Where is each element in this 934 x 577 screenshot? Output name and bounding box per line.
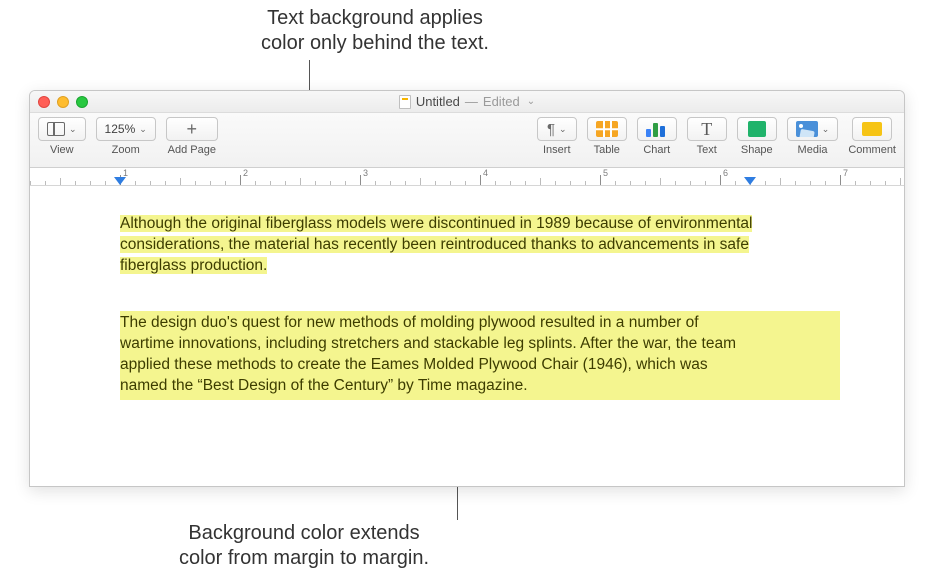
sidebar-icon bbox=[47, 122, 65, 136]
shape-icon bbox=[748, 121, 766, 137]
text-button[interactable]: T bbox=[687, 117, 727, 141]
text-label: Text bbox=[697, 144, 717, 156]
chart-button[interactable] bbox=[637, 117, 677, 141]
pilcrow-icon: ¶ bbox=[547, 121, 555, 138]
media-button[interactable]: ⌄ bbox=[787, 117, 839, 141]
ruler-number: 5 bbox=[603, 168, 608, 178]
table-label: Table bbox=[594, 144, 620, 156]
document-icon bbox=[399, 95, 411, 109]
zoom-label: Zoom bbox=[112, 144, 140, 156]
shape-button[interactable] bbox=[737, 117, 777, 141]
paragraph-block-background[interactable]: The design duo's quest for new methods o… bbox=[120, 311, 840, 401]
window-controls bbox=[38, 96, 88, 108]
window-title-main: Untitled bbox=[416, 94, 460, 109]
window-title-separator: — bbox=[465, 94, 478, 109]
paragraph-2-text: The design duo's quest for new methods o… bbox=[120, 313, 740, 397]
view-button[interactable]: ⌄ bbox=[38, 117, 86, 141]
table-button[interactable] bbox=[587, 117, 627, 141]
text-icon: T bbox=[701, 119, 712, 140]
window-title[interactable]: Untitled — Edited ⌄ bbox=[399, 94, 535, 109]
annotation-bottom: Background color extends color from marg… bbox=[129, 521, 479, 571]
add-page-button[interactable]: + bbox=[166, 117, 218, 141]
zoom-button[interactable]: 125% ⌄ bbox=[96, 117, 156, 141]
paragraph-1-text: Although the original fiberglass models … bbox=[120, 215, 752, 274]
titlebar: Untitled — Edited ⌄ bbox=[30, 91, 904, 113]
insert-button[interactable]: ¶ ⌄ bbox=[537, 117, 577, 141]
ruler-right-indent-marker[interactable] bbox=[744, 177, 756, 185]
paragraph-text-background[interactable]: Although the original fiberglass models … bbox=[120, 214, 760, 277]
chart-icon bbox=[646, 121, 668, 137]
ruler-number: 2 bbox=[243, 168, 248, 178]
ruler-number: 3 bbox=[363, 168, 368, 178]
add-page-label: Add Page bbox=[168, 144, 216, 156]
chevron-down-icon: ⌄ bbox=[822, 124, 830, 135]
shape-label: Shape bbox=[741, 144, 773, 156]
chevron-down-icon: ⌄ bbox=[559, 124, 567, 135]
chevron-down-icon: ⌄ bbox=[69, 124, 77, 135]
toolbar: ⌄ View 125% ⌄ Zoom + Add Page ¶ ⌄ Insert bbox=[30, 113, 904, 168]
view-label: View bbox=[50, 144, 74, 156]
app-window: Untitled — Edited ⌄ ⌄ View 125% ⌄ Zoom + bbox=[29, 90, 905, 487]
zoom-window-button[interactable] bbox=[76, 96, 88, 108]
comment-label: Comment bbox=[848, 144, 896, 156]
minimize-window-button[interactable] bbox=[57, 96, 69, 108]
media-label: Media bbox=[798, 144, 828, 156]
ruler-number: 7 bbox=[843, 168, 848, 178]
ruler[interactable]: 01234567 bbox=[30, 168, 904, 186]
table-icon bbox=[596, 121, 618, 137]
media-icon bbox=[796, 121, 818, 137]
comment-button[interactable] bbox=[852, 117, 892, 141]
ruler-left-indent-marker[interactable] bbox=[114, 177, 126, 185]
annotation-top: Text background applies color only behin… bbox=[200, 6, 550, 56]
chart-label: Chart bbox=[643, 144, 670, 156]
zoom-value: 125% bbox=[105, 122, 136, 136]
document-page[interactable]: Although the original fiberglass models … bbox=[30, 186, 904, 486]
comment-icon bbox=[862, 122, 882, 136]
plus-icon: + bbox=[187, 122, 198, 136]
ruler-number: 6 bbox=[723, 168, 728, 178]
chevron-down-icon: ⌄ bbox=[139, 124, 147, 135]
close-window-button[interactable] bbox=[38, 96, 50, 108]
ruler-number: 4 bbox=[483, 168, 488, 178]
insert-label: Insert bbox=[543, 144, 571, 156]
window-title-sub: Edited bbox=[483, 94, 520, 109]
chevron-down-icon: ⌄ bbox=[527, 96, 535, 107]
